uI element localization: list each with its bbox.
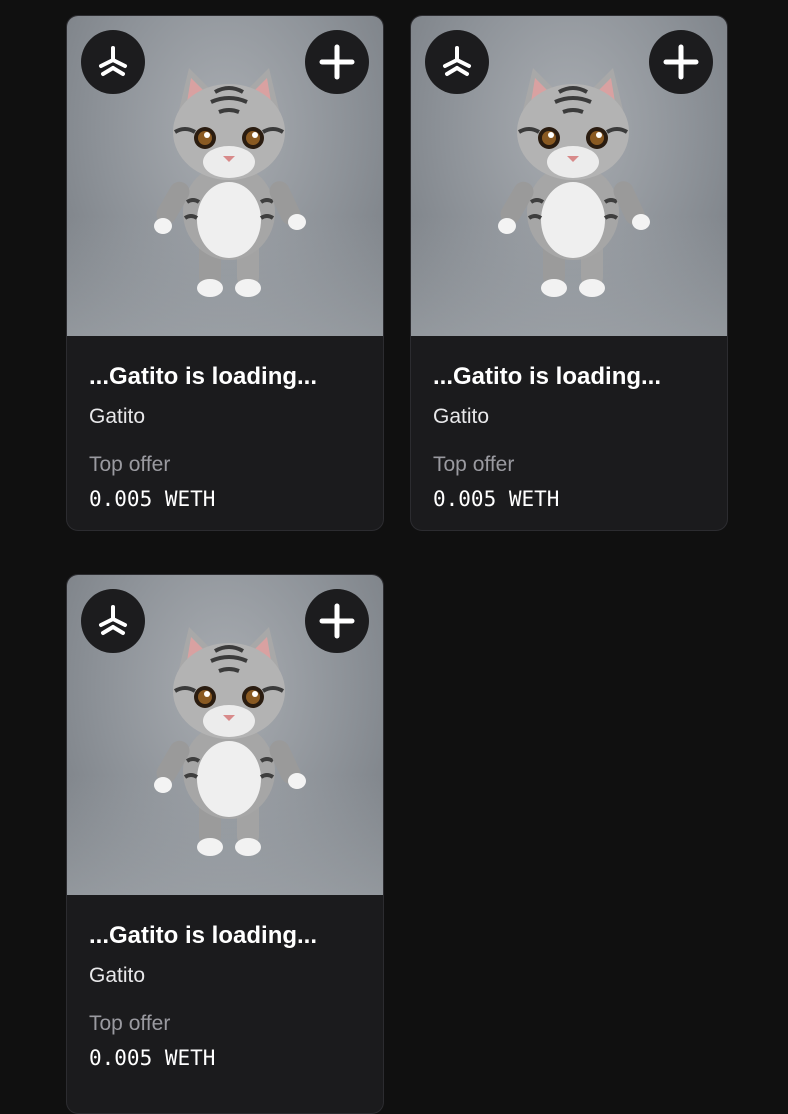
top-offer-value: 0.005 WETH (433, 487, 560, 511)
nft-title[interactable]: ...Gatito is loading... (89, 362, 361, 392)
plus-icon[interactable] (305, 589, 369, 653)
nft-card[interactable]: ...Gatito is loading... Gatito Top offer… (410, 15, 728, 531)
plus-icon[interactable] (649, 30, 713, 94)
cat-figure-image (154, 627, 306, 856)
marketplace-logo-icon[interactable] (81, 30, 145, 94)
nft-image[interactable] (67, 575, 383, 895)
marketplace-logo-icon[interactable] (81, 589, 145, 653)
collection-name[interactable]: Gatito (89, 963, 361, 989)
nft-card[interactable]: ...Gatito is loading... Gatito Top offer… (66, 15, 384, 531)
plus-icon[interactable] (305, 30, 369, 94)
collection-name[interactable]: Gatito (89, 404, 361, 430)
collection-name[interactable]: Gatito (433, 404, 705, 430)
marketplace-logo-icon[interactable] (425, 30, 489, 94)
nft-image[interactable] (411, 16, 727, 336)
nft-title[interactable]: ...Gatito is loading... (433, 362, 705, 392)
cat-figure-image (498, 68, 650, 297)
cat-figure-image (154, 68, 306, 297)
top-offer-label: Top offer (433, 453, 515, 476)
top-offer-label: Top offer (89, 1012, 171, 1035)
nft-image[interactable] (67, 16, 383, 336)
top-offer-value: 0.005 WETH (89, 1046, 216, 1070)
nft-info: ...Gatito is loading... Gatito Top offer… (67, 895, 383, 1089)
nft-info: ...Gatito is loading... Gatito Top offer… (411, 336, 727, 530)
nft-grid: ...Gatito is loading... Gatito Top offer… (0, 0, 788, 1114)
nft-info: ...Gatito is loading... Gatito Top offer… (67, 336, 383, 530)
top-offer-label: Top offer (89, 453, 171, 476)
nft-title[interactable]: ...Gatito is loading... (89, 921, 361, 951)
nft-card[interactable]: ...Gatito is loading... Gatito Top offer… (66, 574, 384, 1114)
top-offer-value: 0.005 WETH (89, 487, 216, 511)
